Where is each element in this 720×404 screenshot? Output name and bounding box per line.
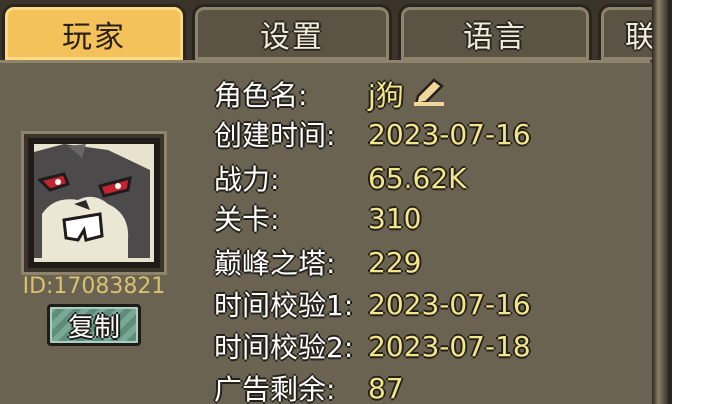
info-value: 2023-07-18	[368, 329, 531, 363]
info-label: 巅峰之塔:	[214, 247, 336, 280]
info-value: 2023-07-16	[368, 287, 531, 321]
tab-bar: 玩家 设置 语言 联	[0, 0, 668, 62]
tab-player[interactable]: 玩家	[2, 4, 186, 60]
info-value: 87	[368, 371, 404, 404]
tab-player-label: 玩家	[62, 19, 126, 55]
info-label: 关卡:	[214, 203, 280, 236]
player-name-value: j狗	[368, 79, 404, 112]
info-label: 时间校验1:	[214, 289, 354, 322]
info-row-tower: 巅峰之塔: 229	[214, 242, 421, 282]
info-value: 229	[368, 245, 422, 279]
info-value: 2023-07-16	[368, 117, 531, 151]
copy-id-button[interactable]: 复制	[47, 304, 141, 346]
info-row-power: 战力: 65.62K	[214, 158, 467, 198]
info-row-name: 角色名: j狗	[214, 74, 446, 114]
tab-settings[interactable]: 设置	[192, 4, 392, 60]
rabbit-avatar-icon	[34, 144, 154, 262]
avatar[interactable]	[24, 134, 164, 272]
info-row-stage: 关卡: 310	[214, 198, 421, 238]
info-row-created: 创建时间: 2023-07-16	[214, 114, 531, 154]
info-row-time-check-1: 时间校验1: 2023-07-16	[214, 284, 531, 324]
pencil-icon[interactable]	[412, 76, 446, 113]
info-row-time-check-2: 时间校验2: 2023-07-18	[214, 326, 531, 366]
tab-language[interactable]: 语言	[398, 4, 592, 60]
info-value: 65.62K	[368, 161, 467, 195]
game-settings-window: 玩家 设置 语言 联 ID:17083821 复制 角色名: j狗 创建时间: …	[0, 0, 672, 404]
info-label: 角色名:	[214, 79, 308, 112]
tab-language-label: 语言	[463, 19, 527, 55]
info-label: 广告剩余:	[214, 373, 336, 404]
info-label: 时间校验2:	[214, 331, 354, 364]
tab-settings-label: 设置	[260, 19, 324, 55]
info-label: 战力:	[214, 163, 280, 196]
copy-button-label: 复制	[67, 312, 120, 343]
player-id: ID:17083821	[22, 274, 166, 299]
info-row-ads-remaining: 广告剩余: 87	[214, 368, 404, 404]
window-edge	[652, 0, 668, 404]
info-value: 310	[368, 201, 422, 235]
info-label: 创建时间:	[214, 119, 336, 152]
